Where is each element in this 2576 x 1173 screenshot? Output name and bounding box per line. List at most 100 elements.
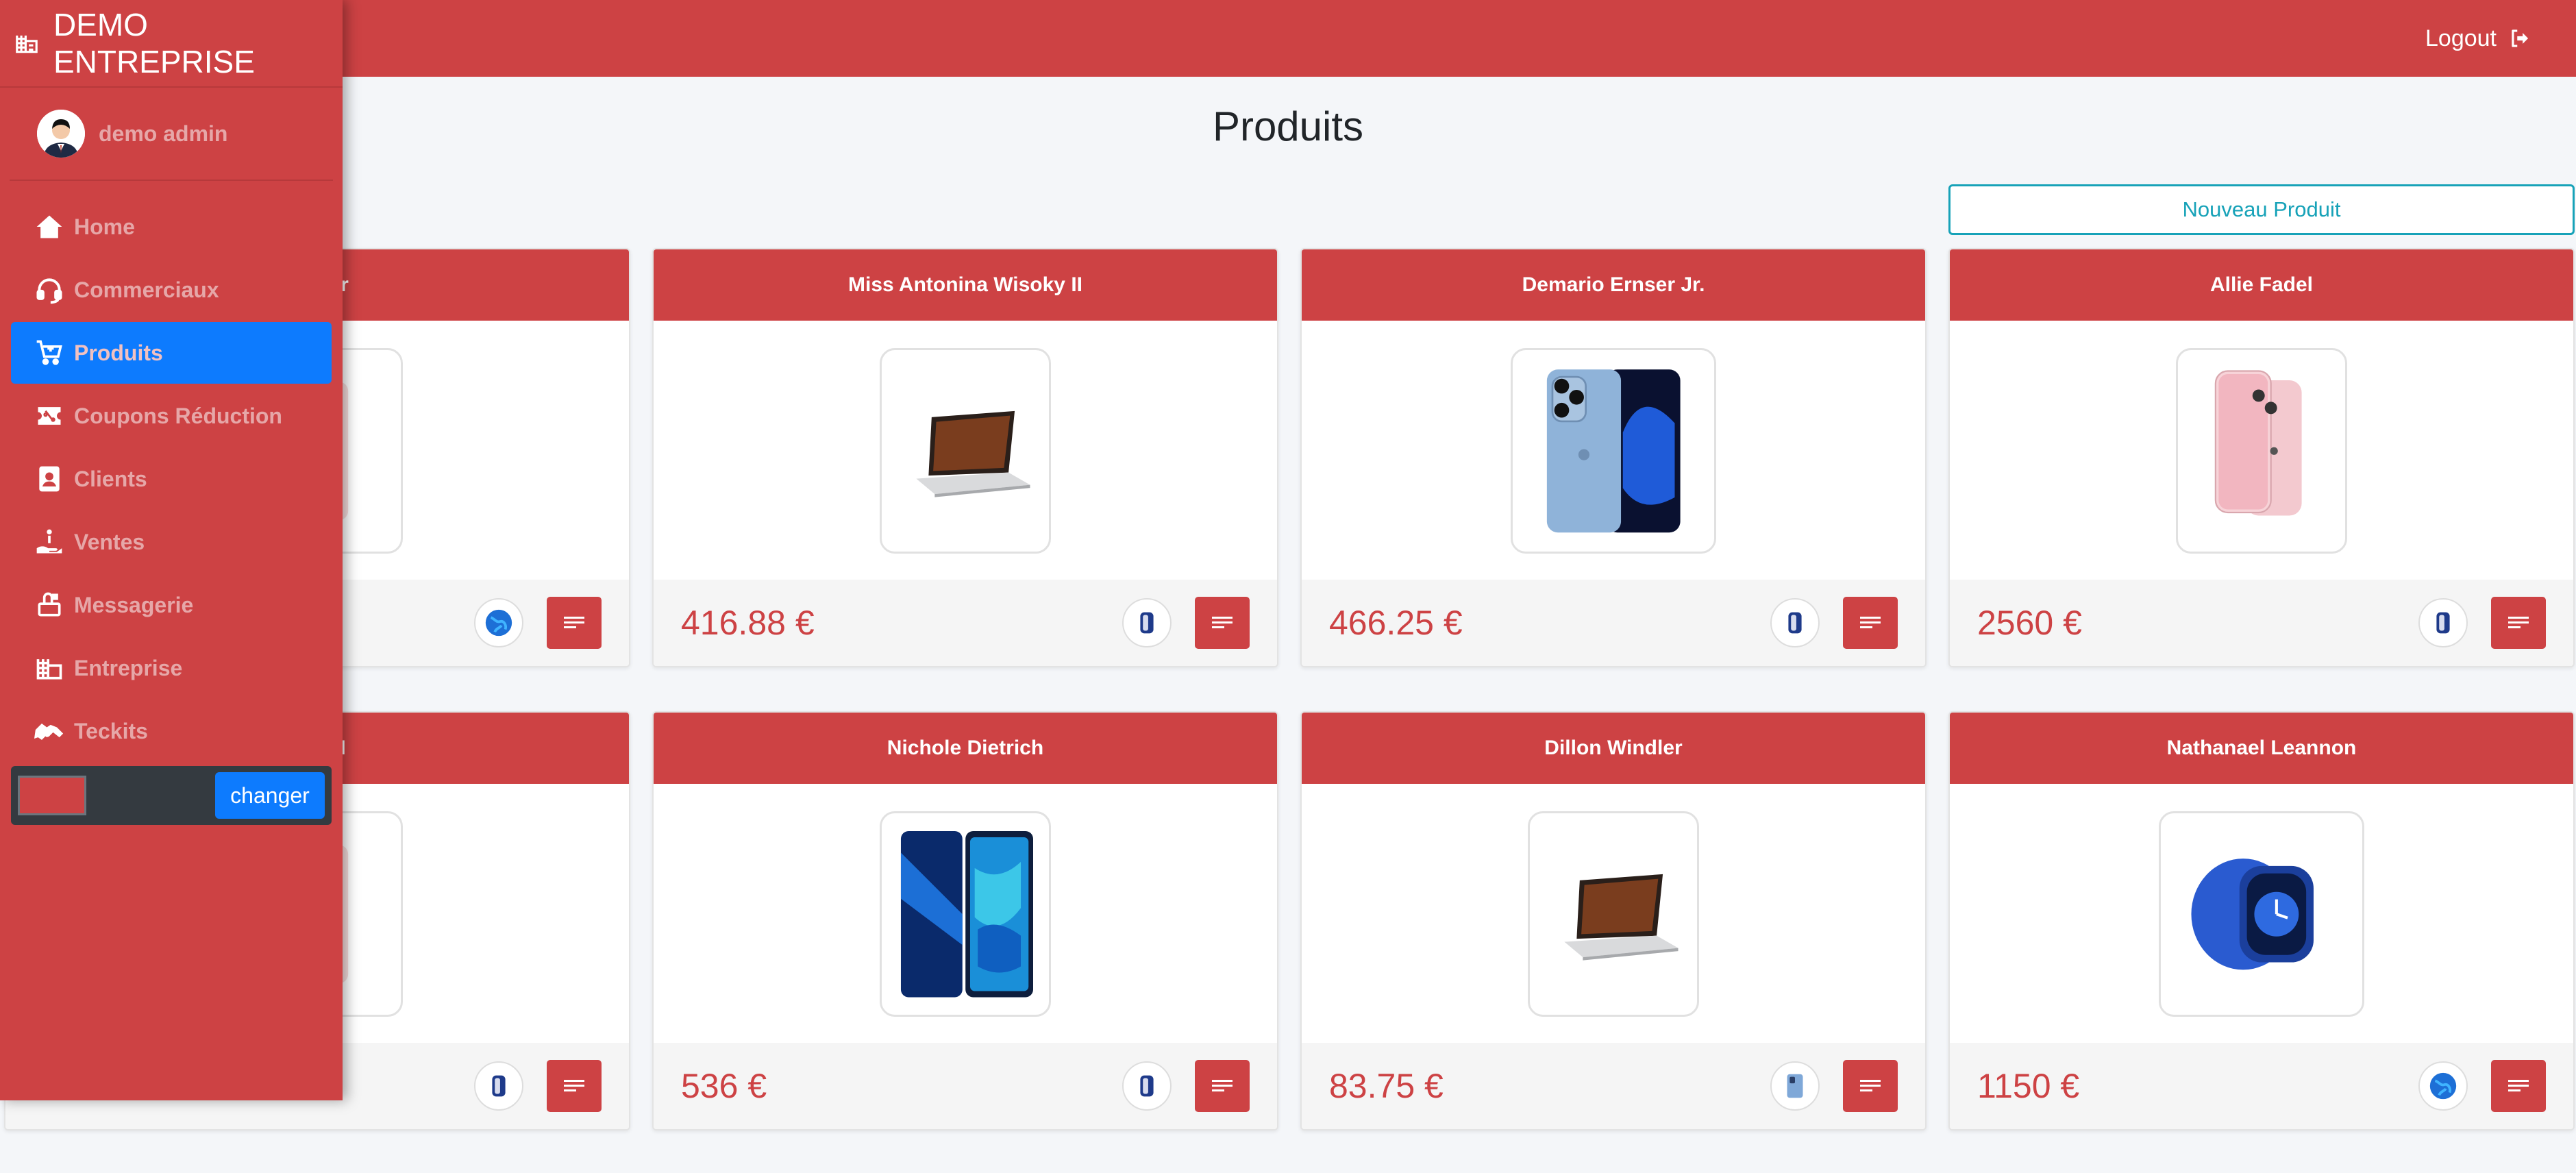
product-image [1528,811,1699,1017]
sidebar-item-home[interactable]: Home [11,196,332,258]
logout-button[interactable]: Logout [2425,21,2534,56]
sidebar-item-label: Entreprise [74,655,183,680]
details-button[interactable] [2491,1060,2546,1112]
sidebar-item-label: Teckits [74,718,148,743]
brand-name: DEMO ENTREPRISE [53,7,255,79]
logout-label: Logout [2425,25,2497,51]
details-button[interactable] [547,597,602,649]
sidebar-item-coupons[interactable]: Coupons Réduction [11,385,332,447]
details-button[interactable] [2491,597,2546,649]
details-button[interactable] [1843,597,1898,649]
product-image [880,348,1051,554]
lines-icon [1212,1080,1233,1091]
smartwatch-image [2191,858,2314,970]
product-card: Miss Antonina Wisoky II 416.88 € [652,248,1278,667]
product-price: 536 € [681,1067,767,1105]
phone-icon [1787,1074,1803,1098]
product-image [2159,811,2364,1017]
sidebar-item-clients[interactable]: Clients [11,448,332,510]
details-button[interactable] [1195,1060,1250,1112]
laptop-image [916,410,1030,497]
globe-icon [485,609,512,637]
contact-icon [39,466,60,492]
lines-icon [1860,1080,1881,1091]
product-name: Demario Ernser Jr. [1302,249,1925,321]
product-name: Dillon Windler [1302,713,1925,784]
product-name: Allie Fadel [1950,249,2573,321]
sidebar-item-teckits[interactable]: Teckits [11,700,332,762]
sidebar-item-label: Ventes [74,529,145,554]
brand-link[interactable]: DEMO ENTREPRISE [0,0,343,88]
sidebar-nav: Home Commerciaux Produits Coupons Réduct… [0,196,343,762]
sidebar-item-entreprise[interactable]: Entreprise [11,637,332,699]
lines-icon [1860,617,1881,628]
watch-icon [2436,612,2450,634]
product-card: Dillon Windler 83.75 € [1300,711,1927,1131]
product-name: Nathanael Leannon [1950,713,2573,784]
product-card: Demario Ernser Jr. 466.25 € [1300,248,1927,667]
phone-image [2214,370,2302,516]
sidebar-item-messagerie[interactable]: Messagerie [11,574,332,636]
avatar [37,110,85,158]
product-image [880,811,1051,1017]
product-card: Nichole Dietrich 536 € [652,711,1278,1131]
globe-icon [2429,1072,2457,1100]
sign-out-icon [2512,29,2529,47]
details-button[interactable] [1843,1060,1898,1112]
product-price: 2560 € [1977,604,2082,642]
page-title: Produits [1212,103,1364,149]
user-panel[interactable]: demo admin [10,88,333,181]
product-card: Allie Fadel 2560 € [1948,248,2575,667]
building-icon [36,659,62,680]
sidebar-item-label: Clients [74,466,147,491]
sidebar-item-produits[interactable]: Produits [11,322,332,384]
category-thumbnail [1122,598,1172,647]
sidebar-item-commerciaux[interactable]: Commerciaux [11,259,332,321]
theme-color-form: changer [11,766,332,825]
phone-image [900,830,1033,998]
product-name: Miss Antonina Wisoky II [654,249,1277,321]
category-thumbnail [474,598,523,647]
mailbox-icon [38,592,61,617]
product-image [1511,348,1716,554]
lines-icon [1212,617,1233,628]
category-thumbnail [1770,598,1820,647]
building-icon [16,35,38,53]
product-price: 416.88 € [681,604,815,642]
sidebar-item-label: Home [74,214,135,239]
product-price: 1150 € [1977,1067,2080,1105]
product-image [2176,348,2347,554]
watch-icon [492,1075,506,1097]
cart-icon [36,340,62,365]
sidebar: DEMO ENTREPRISE demo admin Home Commerci… [0,0,343,1100]
lines-icon [564,1080,584,1091]
lines-icon [564,617,584,628]
handshake-icon [34,724,64,740]
lines-icon [2508,617,2529,628]
product-price: 83.75 € [1329,1067,1444,1105]
change-color-button[interactable]: changer [215,772,325,819]
sidebar-item-ventes[interactable]: Ventes [11,511,332,573]
category-thumbnail [1770,1061,1820,1111]
color-input[interactable] [18,776,86,815]
top-navbar: Logout [0,0,2576,77]
sidebar-item-label: Coupons Réduction [74,403,282,428]
watch-icon [1788,612,1802,634]
product-card: Nathanael Leannon 1150 € [1948,711,2575,1131]
details-button[interactable] [1195,597,1250,649]
sidebar-item-label: Messagerie [74,592,194,617]
new-product-button[interactable]: Nouveau Produit [1948,184,2575,235]
product-name: Nichole Dietrich [654,713,1277,784]
sidebar-item-label: Produits [74,340,163,365]
category-thumbnail [474,1061,523,1111]
watch-icon [1140,612,1154,634]
phone-image [1546,369,1681,533]
ticket-icon [38,407,61,425]
details-button[interactable] [547,1060,602,1112]
sidebar-item-label: Commerciaux [74,277,219,302]
category-thumbnail [2418,598,2468,647]
watch-icon [1140,1075,1154,1097]
product-price: 466.25 € [1329,604,1463,642]
hand-coins-icon [36,529,62,554]
category-thumbnail [2418,1061,2468,1111]
